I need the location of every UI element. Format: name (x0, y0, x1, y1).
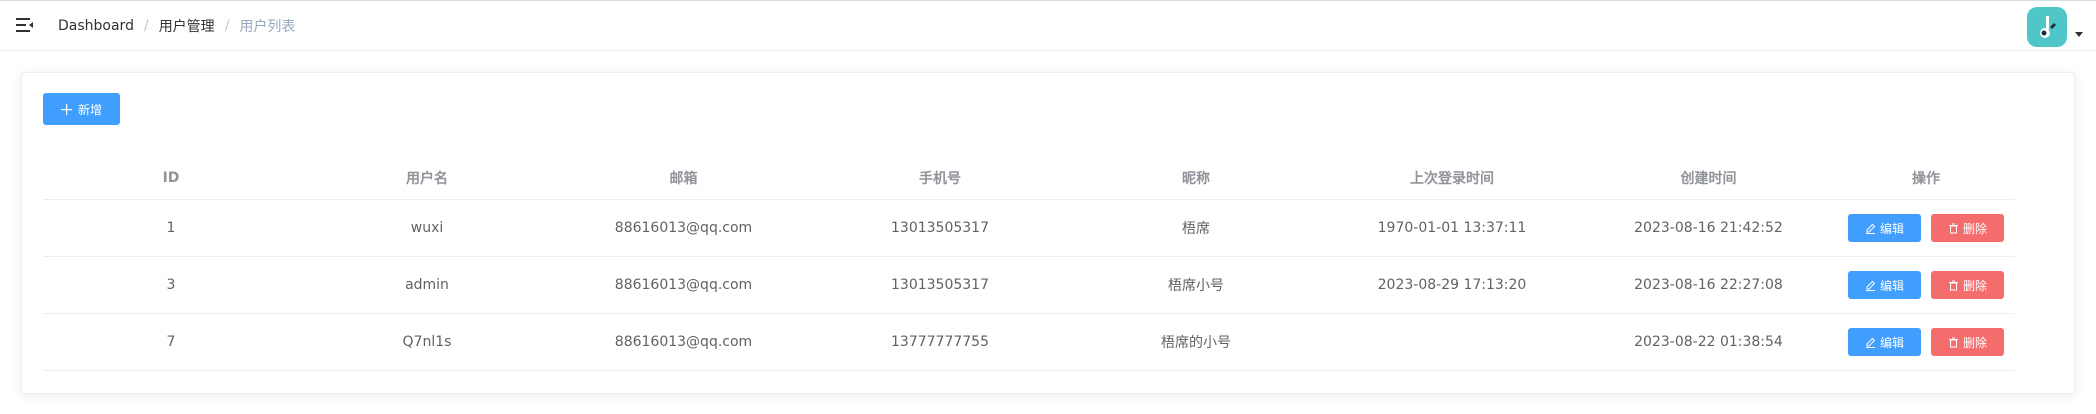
hamburger-icon[interactable] (16, 17, 34, 33)
table-header: ID 用户名 邮箱 手机号 昵称 上次登录时间 创建时间 操作 (43, 157, 2015, 200)
table-row: 7 Q7nl1s 88616013@qq.com 13777777755 梧席的… (43, 314, 2015, 371)
edit-button[interactable]: 编辑 (1848, 214, 1921, 242)
cell-created: 2023-08-16 21:42:52 (1634, 220, 1783, 236)
cell-email: 88616013@qq.com (614, 277, 753, 293)
header-phone: 手机号 (919, 171, 961, 187)
user-table: ID 用户名 邮箱 手机号 昵称 上次登录时间 创建时间 操作 1 wuxi 8… (43, 157, 2015, 371)
user-list-card: 新增 ID 用户名 邮箱 手机号 昵称 上次登录时间 创建时间 操作 1 wux… (21, 72, 2075, 394)
cell-username: Q7nl1s (402, 334, 452, 350)
avatar[interactable] (2027, 7, 2067, 47)
header-nickname: 昵称 (1182, 171, 1210, 187)
breadcrumb-user-management[interactable]: 用户管理 (159, 16, 215, 36)
header-created: 创建时间 (1680, 171, 1737, 187)
cell-phone: 13013505317 (891, 277, 989, 293)
edit-label: 编辑 (1879, 278, 1904, 293)
delete-icon (1948, 337, 1958, 347)
cell-nickname: 梧席 (1182, 221, 1210, 237)
edit-button[interactable]: 编辑 (1848, 328, 1921, 356)
edit-button[interactable]: 编辑 (1848, 271, 1921, 299)
cell-email: 88616013@qq.com (614, 334, 753, 350)
cell-last-login (1324, 314, 1580, 370)
delete-label: 删除 (1962, 221, 1987, 236)
cell-username: wuxi (410, 220, 444, 236)
cell-last-login: 1970-01-01 13:37:11 (1377, 220, 1527, 236)
delete-label: 删除 (1962, 278, 1987, 293)
breadcrumb: Dashboard / 用户管理 / 用户列表 (58, 1, 295, 50)
cell-phone: 13013505317 (891, 220, 989, 236)
navbar: Dashboard / 用户管理 / 用户列表 (0, 0, 2096, 51)
breadcrumb-separator: / (224, 17, 230, 34)
header-username: 用户名 (406, 171, 448, 187)
edit-icon (1865, 280, 1876, 291)
cell-username: admin (405, 277, 449, 293)
edit-icon (1865, 337, 1876, 348)
table-row: 3 admin 88616013@qq.com 13013505317 梧席小号… (43, 257, 2015, 314)
table-row: 1 wuxi 88616013@qq.com 13013505317 梧席 19… (43, 200, 2015, 257)
breadcrumb-separator: / (143, 17, 149, 34)
delete-button[interactable]: 删除 (1931, 271, 2004, 299)
delete-button[interactable]: 删除 (1931, 328, 2004, 356)
header-last-login: 上次登录时间 (1410, 171, 1494, 187)
header-email: 邮箱 (669, 171, 698, 187)
cell-id: 1 (166, 220, 176, 236)
breadcrumb-user-list: 用户列表 (239, 18, 296, 35)
caret-down-icon[interactable] (2075, 32, 2083, 37)
cell-created: 2023-08-22 01:38:54 (1634, 334, 1783, 350)
edit-icon (1865, 223, 1876, 234)
delete-label: 删除 (1962, 335, 1987, 350)
header-id: ID (162, 170, 180, 186)
cell-last-login: 2023-08-29 17:13:20 (1377, 277, 1527, 293)
avatar-icon (2040, 16, 2056, 38)
cell-id: 7 (166, 334, 176, 350)
add-user-button[interactable]: 新增 (43, 93, 120, 125)
cell-actions: 编辑 删除 (1837, 200, 2015, 256)
header-actions: 操作 (1912, 171, 1940, 187)
cell-created: 2023-08-16 22:27:08 (1634, 277, 1783, 293)
plus-icon (60, 103, 72, 115)
cell-phone: 13777777755 (891, 334, 989, 350)
delete-icon (1948, 280, 1958, 290)
delete-icon (1948, 223, 1958, 233)
delete-button[interactable]: 删除 (1931, 214, 2004, 242)
cell-id: 3 (166, 277, 176, 293)
add-user-label: 新增 (77, 102, 102, 117)
edit-label: 编辑 (1879, 221, 1904, 236)
cell-actions: 编辑 删除 (1837, 314, 2015, 370)
cell-email: 88616013@qq.com (614, 220, 753, 236)
cell-actions: 编辑 删除 (1837, 257, 2015, 313)
breadcrumb-dashboard[interactable]: Dashboard (58, 18, 134, 34)
cell-nickname: 梧席的小号 (1161, 335, 1231, 351)
cell-nickname: 梧席小号 (1168, 278, 1224, 294)
edit-label: 编辑 (1879, 335, 1904, 350)
